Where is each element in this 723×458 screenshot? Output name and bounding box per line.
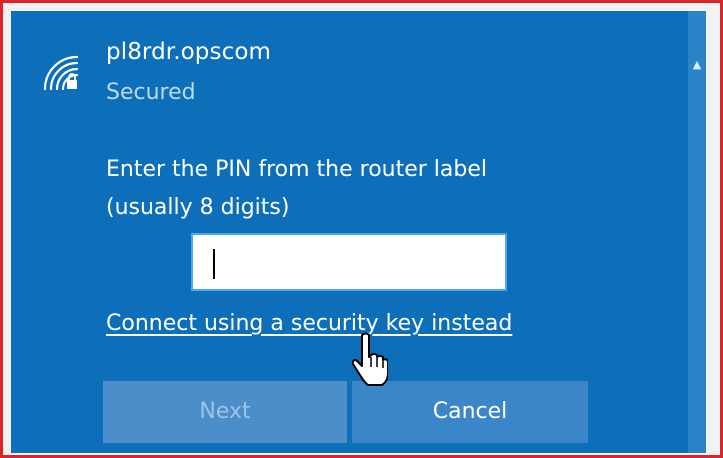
pin-instructions: Enter the PIN from the router label (usu… xyxy=(106,151,626,227)
network-name: pl8rdr.opscom xyxy=(106,39,272,65)
pin-instructions-line2: (usually 8 digits) xyxy=(106,195,290,220)
cancel-button[interactable]: Cancel xyxy=(352,381,588,443)
wifi-secured-icon xyxy=(43,55,79,91)
hand-pointer-icon xyxy=(352,332,388,386)
screenshot-frame: pl8rdr.opscom Secured Enter the PIN from… xyxy=(0,0,723,458)
next-button[interactable]: Next xyxy=(103,381,347,443)
pin-input[interactable] xyxy=(191,233,507,291)
text-caret xyxy=(213,249,215,279)
scroll-up-arrow-icon[interactable]: ▲ xyxy=(691,59,703,71)
pin-instructions-line1: Enter the PIN from the router label xyxy=(106,157,488,182)
security-key-link[interactable]: Connect using a security key instead xyxy=(106,311,512,336)
wifi-connect-panel: pl8rdr.opscom Secured Enter the PIN from… xyxy=(11,11,706,453)
network-status: Secured xyxy=(106,80,196,105)
scrollbar[interactable]: ▲ xyxy=(688,11,706,453)
